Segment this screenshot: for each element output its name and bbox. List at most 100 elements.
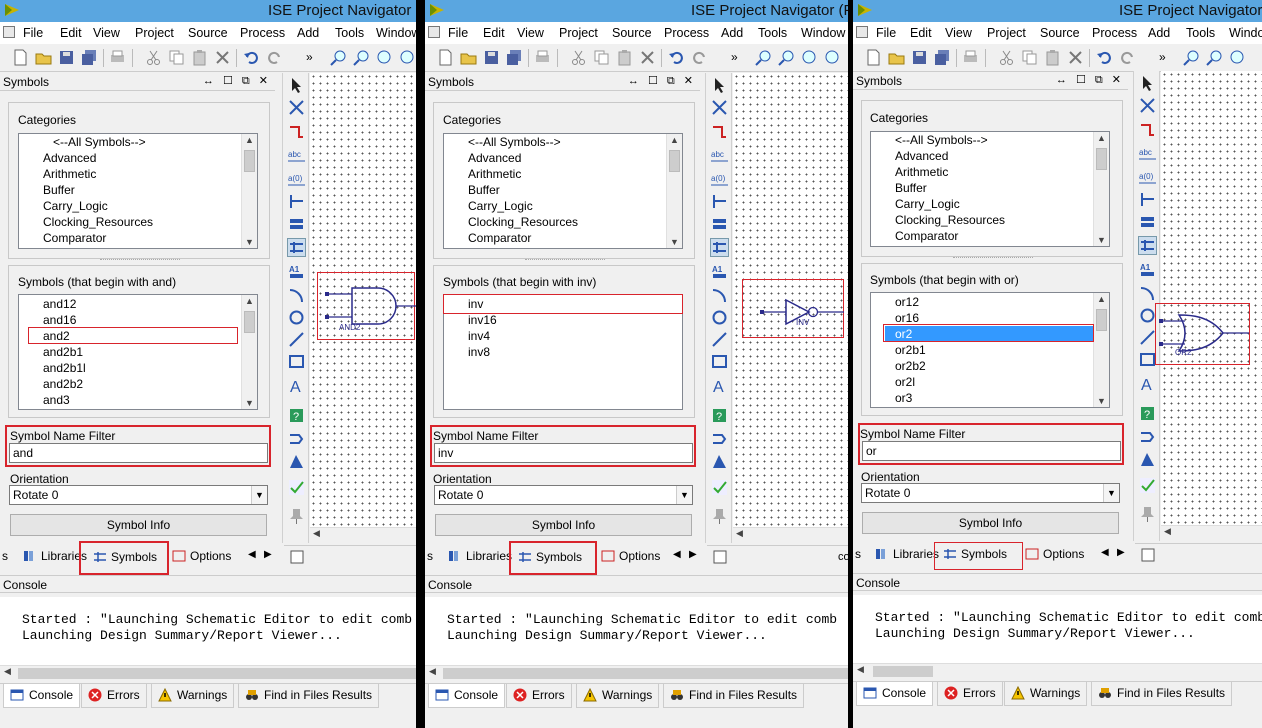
add-text-icon[interactable]: A	[1139, 375, 1156, 392]
zoom-out-icon[interactable]	[353, 49, 370, 66]
new-file-icon[interactable]	[12, 49, 29, 66]
canvas-h-scrollbar[interactable]: ◀	[1161, 525, 1262, 541]
tab-console[interactable]: Console	[3, 684, 81, 708]
category-item[interactable]: Comparator	[468, 231, 531, 245]
tab-scroll-left-icon[interactable]: ◀	[673, 549, 681, 571]
symbol-item[interactable]: or2l	[895, 375, 915, 389]
add-net-icon[interactable]	[1139, 121, 1156, 138]
tab-libraries[interactable]: Libraries	[448, 549, 512, 571]
symbol-info-button[interactable]: Symbol Info	[862, 512, 1119, 534]
tab-options[interactable]: Options	[172, 549, 231, 571]
console-h-scrollbar[interactable]: ◀	[0, 665, 416, 681]
symbols-list[interactable]: and12 and16 and2 and2b1 and2b1l and2b2 a…	[18, 294, 258, 410]
zoom-fit-icon[interactable]	[1229, 49, 1246, 66]
category-item[interactable]: Arithmetic	[43, 167, 96, 181]
tab-errors[interactable]: Errors	[506, 684, 572, 708]
toolbar-overflow-icon[interactable]: »	[731, 50, 738, 64]
copy-icon[interactable]	[593, 49, 610, 66]
undo-icon[interactable]	[1096, 49, 1113, 66]
panel-splitter[interactable]	[100, 259, 180, 262]
categories-list[interactable]: <--All Symbols--> Advanced Arithmetic Bu…	[18, 133, 258, 249]
redo-icon[interactable]	[691, 49, 708, 66]
select-arrow-icon[interactable]	[1139, 75, 1156, 92]
tab-console[interactable]: Console	[428, 684, 506, 708]
category-item[interactable]: Buffer	[468, 183, 500, 197]
tab-warnings[interactable]: Warnings	[1004, 682, 1088, 706]
save-icon[interactable]	[911, 49, 928, 66]
print-icon[interactable]	[534, 49, 551, 66]
menu-add[interactable]: Add	[1148, 26, 1170, 40]
tab-errors[interactable]: Errors	[81, 684, 147, 708]
print-icon[interactable]	[962, 49, 979, 66]
help-icon[interactable]: ?	[711, 407, 728, 424]
category-item[interactable]: <--All Symbols-->	[468, 135, 561, 149]
add-io-marker-icon[interactable]	[711, 215, 728, 232]
panel-splitter[interactable]	[525, 259, 605, 262]
rename-bus-icon[interactable]: a(0)	[711, 171, 728, 188]
paste-icon[interactable]	[616, 49, 633, 66]
add-bus-tap-icon[interactable]	[711, 193, 728, 210]
check-schematic-icon[interactable]	[1139, 429, 1156, 446]
app-menu-icon[interactable]	[3, 26, 15, 38]
add-rectangle-icon[interactable]	[711, 353, 728, 370]
panel-window-controls-icon[interactable]: ↔ ☐ ⧉ ✕	[203, 74, 271, 88]
category-item[interactable]: Carry_Logic	[895, 197, 960, 211]
category-item[interactable]: Comparator	[43, 231, 106, 245]
panel-window-controls-icon[interactable]: ↔ ☐ ⧉ ✕	[1056, 73, 1124, 87]
canvas-h-scrollbar[interactable]: ◀	[310, 527, 416, 543]
add-rectangle-icon[interactable]	[288, 353, 305, 370]
add-arc-icon[interactable]	[1139, 285, 1156, 302]
add-symbol-icon[interactable]	[710, 238, 729, 257]
cut-icon[interactable]	[998, 49, 1015, 66]
tab-console[interactable]: Console	[856, 682, 934, 706]
add-io-marker-icon[interactable]	[1139, 213, 1156, 230]
menu-add[interactable]: Add	[721, 26, 743, 40]
undo-icon[interactable]	[668, 49, 685, 66]
tab-scroll-right-icon[interactable]: ▶	[264, 549, 272, 571]
menu-edit[interactable]: Edit	[910, 26, 932, 40]
design-tab-icon[interactable]	[1141, 548, 1155, 562]
add-text-icon[interactable]: A	[711, 377, 728, 394]
panel-window-controls-icon[interactable]: ↔ ☐ ⧉ ✕	[628, 74, 696, 88]
menu-process[interactable]: Process	[664, 26, 709, 40]
add-bus-tap-icon[interactable]	[288, 193, 305, 210]
tab-scroll-left-icon[interactable]: ◀	[1101, 547, 1109, 569]
canvas-h-scrollbar[interactable]: ◀	[733, 527, 848, 543]
add-circle-icon[interactable]	[711, 309, 728, 326]
tab-warnings[interactable]: Warnings	[576, 684, 660, 708]
tab-scroll-left-icon[interactable]: ◀	[248, 549, 256, 571]
menu-source[interactable]: Source	[188, 26, 228, 40]
menu-tools[interactable]: Tools	[1186, 26, 1215, 40]
zoom-area-icon[interactable]	[824, 49, 841, 66]
undo-icon[interactable]	[243, 49, 260, 66]
add-wire-icon[interactable]	[1139, 97, 1156, 114]
chevron-down-icon[interactable]: ▼	[251, 486, 267, 504]
app-menu-icon[interactable]	[856, 26, 868, 38]
category-item[interactable]: Carry_Logic	[468, 199, 533, 213]
add-net-name-icon[interactable]: abc	[711, 147, 728, 164]
menu-window[interactable]: Window	[801, 26, 845, 40]
categories-scrollbar[interactable]: ▲ ▼	[1093, 132, 1109, 246]
save-all-icon[interactable]	[81, 49, 98, 66]
zoom-area-icon[interactable]	[399, 49, 416, 66]
symbol-item[interactable]: inv16	[468, 313, 497, 327]
tab-options[interactable]: Options	[601, 549, 660, 571]
zoom-fit-icon[interactable]	[376, 49, 393, 66]
category-item[interactable]: Arithmetic	[895, 165, 948, 179]
rename-bus-icon[interactable]: a(0)	[288, 171, 305, 188]
add-io-marker-icon[interactable]	[288, 215, 305, 232]
menu-view[interactable]: View	[93, 26, 120, 40]
push-into-icon[interactable]	[1139, 451, 1156, 468]
print-icon[interactable]	[109, 49, 126, 66]
app-menu-icon[interactable]	[428, 26, 440, 38]
tab-scroll-right-icon[interactable]: ▶	[1117, 547, 1125, 569]
add-bus-tap-icon[interactable]	[1139, 191, 1156, 208]
tab-scroll-right-icon[interactable]: ▶	[689, 549, 697, 571]
category-item[interactable]: Advanced	[43, 151, 96, 165]
new-file-icon[interactable]	[865, 49, 882, 66]
save-icon[interactable]	[58, 49, 75, 66]
menu-tools[interactable]: Tools	[758, 26, 787, 40]
delete-icon[interactable]	[214, 49, 231, 66]
category-item[interactable]: Carry_Logic	[43, 199, 108, 213]
help-icon[interactable]: ?	[1139, 405, 1156, 422]
